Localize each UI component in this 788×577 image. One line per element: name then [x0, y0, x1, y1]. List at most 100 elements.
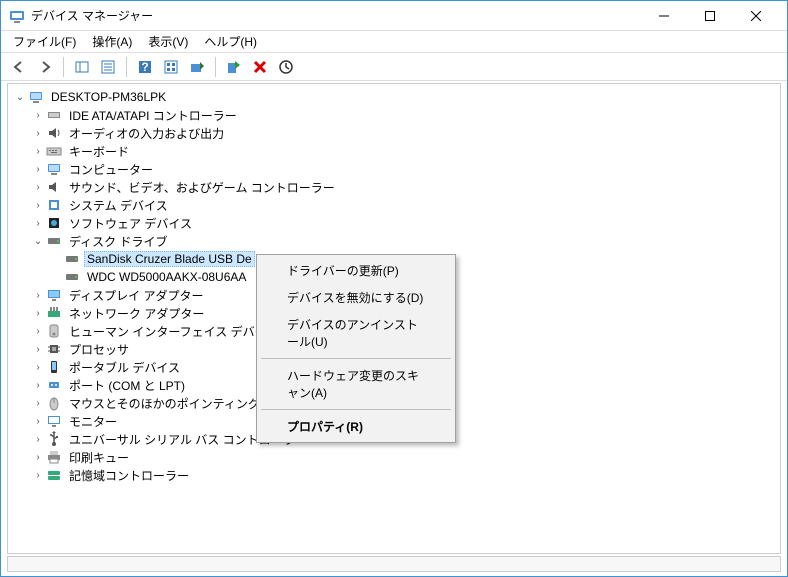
disk-icon	[64, 251, 80, 267]
list-button[interactable]	[159, 55, 183, 79]
tree-category-disk[interactable]: ⌄ ディスク ドライブ	[8, 232, 780, 250]
software-icon	[46, 215, 62, 231]
expander-icon[interactable]: ›	[30, 305, 46, 321]
category-label[interactable]: モニター	[66, 412, 120, 431]
uninstall-button[interactable]	[248, 55, 272, 79]
expander-icon[interactable]: ›	[30, 449, 46, 465]
category-label[interactable]: ディスプレイ アダプター	[66, 286, 207, 305]
display-icon	[46, 287, 62, 303]
scan-hardware-button[interactable]	[185, 55, 209, 79]
computer-icon	[28, 89, 44, 105]
update-driver-button[interactable]	[274, 55, 298, 79]
category-label[interactable]: コンピューター	[66, 160, 156, 179]
expander-icon[interactable]: ›	[30, 413, 46, 429]
tree-category[interactable]: › 記憶域コントローラー	[8, 466, 780, 484]
expander-icon[interactable]: ›	[30, 395, 46, 411]
ctx-disable-device[interactable]: デバイスを無効にする(D)	[259, 284, 453, 311]
expander-icon[interactable]: ›	[30, 143, 46, 159]
menu-bar: ファイル(F) 操作(A) 表示(V) ヘルプ(H)	[1, 31, 787, 53]
tree-category[interactable]: › ソフトウェア デバイス	[8, 214, 780, 232]
category-label[interactable]: プロセッサ	[66, 340, 132, 359]
window-title: デバイス マネージャー	[31, 7, 641, 24]
category-label[interactable]: サウンド、ビデオ、およびゲーム コントローラー	[66, 178, 338, 197]
maximize-button[interactable]	[687, 1, 733, 31]
title-bar: デバイス マネージャー	[1, 1, 787, 31]
close-button[interactable]	[733, 1, 779, 31]
tree-category[interactable]: › 印刷キュー	[8, 448, 780, 466]
expander-icon[interactable]: ›	[30, 377, 46, 393]
back-button[interactable]	[7, 55, 31, 79]
toolbar-separator	[126, 57, 127, 77]
expander-icon[interactable]: ›	[30, 197, 46, 213]
category-label[interactable]: キーボード	[66, 142, 132, 161]
tree-category[interactable]: › オーディオの入力および出力	[8, 124, 780, 142]
minimize-button[interactable]	[641, 1, 687, 31]
help-button[interactable]: ?	[133, 55, 157, 79]
expander-icon[interactable]: ›	[30, 215, 46, 231]
expander-icon[interactable]: ›	[30, 431, 46, 447]
expander-icon[interactable]: ›	[30, 323, 46, 339]
toolbar-separator	[63, 57, 64, 77]
status-bar	[7, 556, 781, 572]
expander-icon[interactable]: ›	[30, 107, 46, 123]
expander-icon[interactable]: ⌄	[30, 233, 46, 249]
properties-button[interactable]	[96, 55, 120, 79]
expander-icon[interactable]: ⌄	[12, 89, 28, 105]
usb-icon	[46, 431, 62, 447]
tree-category[interactable]: › IDE ATA/ATAPI コントローラー	[8, 106, 780, 124]
menu-help[interactable]: ヘルプ(H)	[196, 31, 265, 52]
category-label[interactable]: システム デバイス	[66, 196, 171, 215]
expander-icon[interactable]: ›	[30, 341, 46, 357]
category-label[interactable]: ディスク ドライブ	[66, 232, 171, 251]
disk-icon	[46, 233, 62, 249]
toolbar-separator	[215, 57, 216, 77]
category-label[interactable]: ヒューマン インターフェイス デバイス	[66, 322, 281, 341]
port-icon	[46, 377, 62, 393]
ctx-scan-hardware[interactable]: ハードウェア変更のスキャン(A)	[259, 362, 453, 406]
menu-file[interactable]: ファイル(F)	[5, 31, 84, 52]
portable-icon	[46, 359, 62, 375]
menu-view[interactable]: 表示(V)	[140, 31, 196, 52]
category-label[interactable]: ポータブル デバイス	[66, 358, 183, 377]
category-label[interactable]: 記憶域コントローラー	[66, 466, 192, 485]
ctx-properties[interactable]: プロパティ(R)	[259, 413, 453, 440]
tree-category[interactable]: › キーボード	[8, 142, 780, 160]
expander-icon[interactable]: ›	[30, 125, 46, 141]
tree-category[interactable]: › サウンド、ビデオ、およびゲーム コントローラー	[8, 178, 780, 196]
expander-icon[interactable]: ›	[30, 359, 46, 375]
tree-category[interactable]: › コンピューター	[8, 160, 780, 178]
device-label[interactable]: WDC WD5000AAKX-08U6AA	[84, 269, 249, 285]
computer-icon	[46, 161, 62, 177]
ide-icon	[46, 107, 62, 123]
category-label[interactable]: 印刷キュー	[66, 448, 132, 467]
ctx-separator	[261, 409, 451, 410]
audio-icon	[46, 125, 62, 141]
category-label[interactable]: ネットワーク アダプター	[66, 304, 207, 323]
context-menu: ドライバーの更新(P) デバイスを無効にする(D) デバイスのアンインストール(…	[256, 254, 456, 443]
category-label[interactable]: IDE ATA/ATAPI コントローラー	[66, 106, 240, 125]
mouse-icon	[46, 395, 62, 411]
expander-icon[interactable]: ›	[30, 179, 46, 195]
app-icon	[9, 8, 25, 24]
category-label[interactable]: ソフトウェア デバイス	[66, 214, 195, 233]
ctx-uninstall-device[interactable]: デバイスのアンインストール(U)	[259, 311, 453, 355]
expander-icon[interactable]: ›	[30, 161, 46, 177]
device-label[interactable]: SanDisk Cruzer Blade USB De	[84, 251, 255, 267]
keyboard-icon	[46, 143, 62, 159]
cpu-icon	[46, 341, 62, 357]
expander-icon[interactable]: ›	[30, 467, 46, 483]
tree-root-label[interactable]: DESKTOP-PM36LPK	[48, 89, 169, 105]
network-icon	[46, 305, 62, 321]
toolbar: ?	[1, 53, 787, 81]
tree-root[interactable]: ⌄ DESKTOP-PM36LPK	[8, 88, 780, 106]
expander-icon[interactable]: ›	[30, 287, 46, 303]
menu-action[interactable]: 操作(A)	[84, 31, 140, 52]
svg-text:?: ?	[141, 60, 148, 74]
category-label[interactable]: オーディオの入力および出力	[66, 124, 227, 143]
tree-category[interactable]: › システム デバイス	[8, 196, 780, 214]
enable-button[interactable]	[222, 55, 246, 79]
category-label[interactable]: ポート (COM と LPT)	[66, 376, 188, 395]
forward-button[interactable]	[33, 55, 57, 79]
ctx-update-driver[interactable]: ドライバーの更新(P)	[259, 257, 453, 284]
show-hide-tree-button[interactable]	[70, 55, 94, 79]
